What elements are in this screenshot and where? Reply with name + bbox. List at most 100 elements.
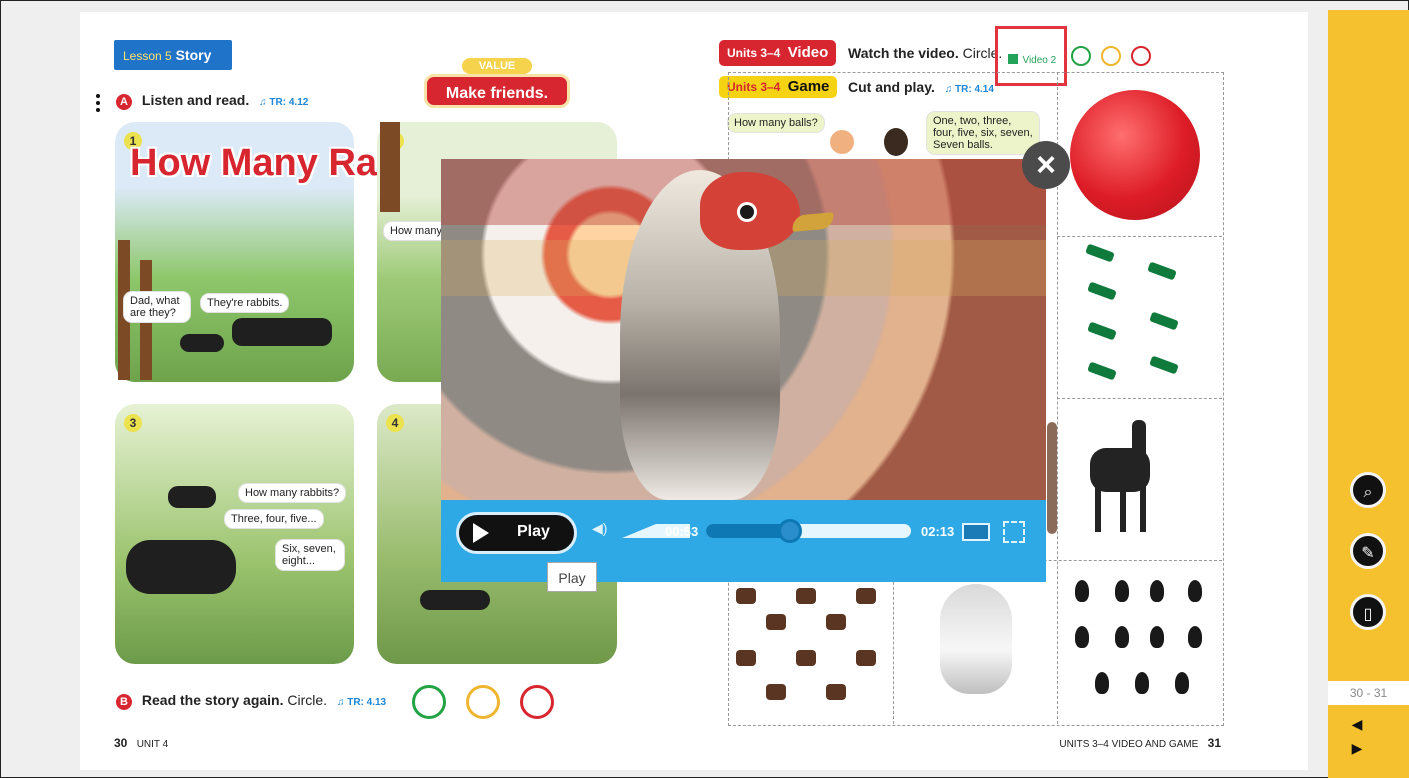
section-a-badge: A <box>116 94 132 110</box>
next-page-button[interactable]: ▶ <box>1346 736 1368 760</box>
previous-page-button[interactable]: ◀ <box>1346 712 1368 736</box>
panel-4-number: 4 <box>386 414 404 432</box>
close-button[interactable]: × <box>1022 141 1070 189</box>
lesson-title: Story <box>175 47 212 63</box>
horse-icon <box>826 684 846 700</box>
bubble-dad-what: Dad, what are they? <box>124 292 190 322</box>
volume-icon[interactable]: ◀) <box>592 520 607 537</box>
rabbit-icon <box>1175 672 1189 694</box>
happy-face-icon[interactable] <box>1071 46 1091 66</box>
drag-handle-icon[interactable] <box>92 94 106 114</box>
horse-icon <box>766 684 786 700</box>
horse-icon <box>796 650 816 666</box>
play-button[interactable]: Play <box>456 512 577 554</box>
fullscreen-icon[interactable] <box>1003 521 1025 543</box>
progress-knob[interactable] <box>778 519 802 543</box>
section-a-instruction: A Listen and read. ♫ TR: 4.12 <box>116 92 308 110</box>
value-text: Make friends. <box>424 74 570 108</box>
peeking-image <box>1047 422 1057 534</box>
play-tooltip: Play <box>547 562 597 592</box>
cut-line <box>1057 236 1222 237</box>
sad-face-icon[interactable] <box>1131 46 1151 66</box>
section-b-instruction: B Read the story again. Circle. ♫ TR: 4.… <box>116 692 386 710</box>
section-b-rest: Circle. <box>287 692 328 708</box>
play-icon <box>473 523 489 543</box>
headphones-icon: ♫ <box>336 697 345 708</box>
dog-illustration <box>232 318 332 346</box>
rabbit-icon <box>1188 580 1202 602</box>
dog-illustration <box>126 540 236 594</box>
section-b-bold: Read the story again. <box>141 692 284 708</box>
audio-track-b[interactable]: ♫ TR: 4.13 <box>337 697 386 708</box>
pen-icon: ✎ <box>1361 545 1375 562</box>
horse-icon <box>736 650 756 666</box>
puppy-illustration <box>180 334 224 352</box>
neutral-face-icon[interactable] <box>1101 46 1121 66</box>
page-range: 30 - 31 <box>1328 681 1409 705</box>
panel-3-number: 3 <box>124 414 142 432</box>
horse-icon <box>856 650 876 666</box>
rabbit-icon <box>1135 672 1149 694</box>
happy-face-icon[interactable] <box>412 685 446 719</box>
captions-icon[interactable] <box>962 523 990 541</box>
horse-icon <box>766 614 786 630</box>
dog-illustration <box>168 486 216 508</box>
current-time: 00:53 <box>665 524 699 539</box>
horse-leg <box>1140 486 1146 532</box>
footer-right: UNITS 3–4 VIDEO AND GAME 31 <box>1059 736 1221 750</box>
track-a-label: TR: 4.12 <box>269 97 309 108</box>
tree-trunk <box>380 122 400 212</box>
neutral-face-icon[interactable] <box>466 685 500 719</box>
bubble-three-four-five: Three, four, five... <box>225 510 323 528</box>
section-a-text: Listen and read. <box>141 92 250 108</box>
red-ball-card <box>1070 90 1200 220</box>
video-pill: Units 3–4 Video <box>719 40 837 66</box>
bubble-how-many-rabbits: How many rabbits? <box>239 484 346 502</box>
bubble-theyre-rabbits: They're rabbits. <box>201 294 289 312</box>
zoom-icon: ⌕ <box>1363 484 1373 501</box>
rabbit-icon <box>1150 626 1164 648</box>
play-label: Play <box>517 523 550 540</box>
rabbit-icon <box>1115 580 1129 602</box>
horse-leg <box>1120 486 1126 532</box>
sad-face-icon[interactable] <box>520 685 554 719</box>
horse-icon <box>856 588 876 604</box>
duration: 02:13 <box>921 524 955 539</box>
white-rabbit-card <box>940 584 1012 694</box>
hen-eye <box>740 205 754 219</box>
horse-neck <box>1132 420 1146 462</box>
left-page-number: 30 <box>114 736 128 750</box>
right-footer-label: UNITS 3–4 VIDEO AND GAME <box>1059 739 1199 750</box>
lesson-badge: Lesson 5 Story <box>114 40 232 70</box>
audio-track-a[interactable]: ♫ TR: 4.12 <box>259 97 308 108</box>
footer-left: 30 UNIT 4 <box>114 736 168 750</box>
dog-illustration <box>420 590 490 610</box>
video-instruction: Watch the video. Circle. <box>848 45 1002 61</box>
horse-icon <box>736 588 756 604</box>
right-page-number: 31 <box>1207 736 1221 750</box>
track-b-label: TR: 4.13 <box>347 697 387 708</box>
rabbit-icon <box>1188 626 1202 648</box>
lesson-number: Lesson 5 <box>123 49 172 63</box>
video-pill-prefix: Units 3–4 <box>727 46 781 60</box>
cut-line <box>1057 398 1222 399</box>
bubble-six-seven-eight: Six, seven, eight... <box>276 540 344 570</box>
headphones-icon: ♫ <box>259 97 267 108</box>
video-pill-title: Video <box>787 44 829 61</box>
page-icon: ▯ <box>1363 606 1373 623</box>
horse-icon <box>796 588 816 604</box>
value-tag: VALUE <box>462 58 532 74</box>
right-toolbar <box>1328 10 1409 778</box>
rabbit-icon <box>1115 626 1129 648</box>
rabbit-icon <box>1075 580 1089 602</box>
rabbit-icon <box>1150 580 1164 602</box>
story-panel-3 <box>115 404 354 664</box>
rabbit-icon <box>1075 626 1089 648</box>
horse-leg <box>1095 486 1101 532</box>
pen-button[interactable]: ✎ <box>1350 533 1386 569</box>
video-text-bold: Watch the video. <box>848 45 959 61</box>
left-unit-label: UNIT 4 <box>136 739 169 750</box>
zoom-button[interactable]: ⌕ <box>1350 472 1386 508</box>
horse-icon <box>826 614 846 630</box>
page-button[interactable]: ▯ <box>1350 594 1386 630</box>
